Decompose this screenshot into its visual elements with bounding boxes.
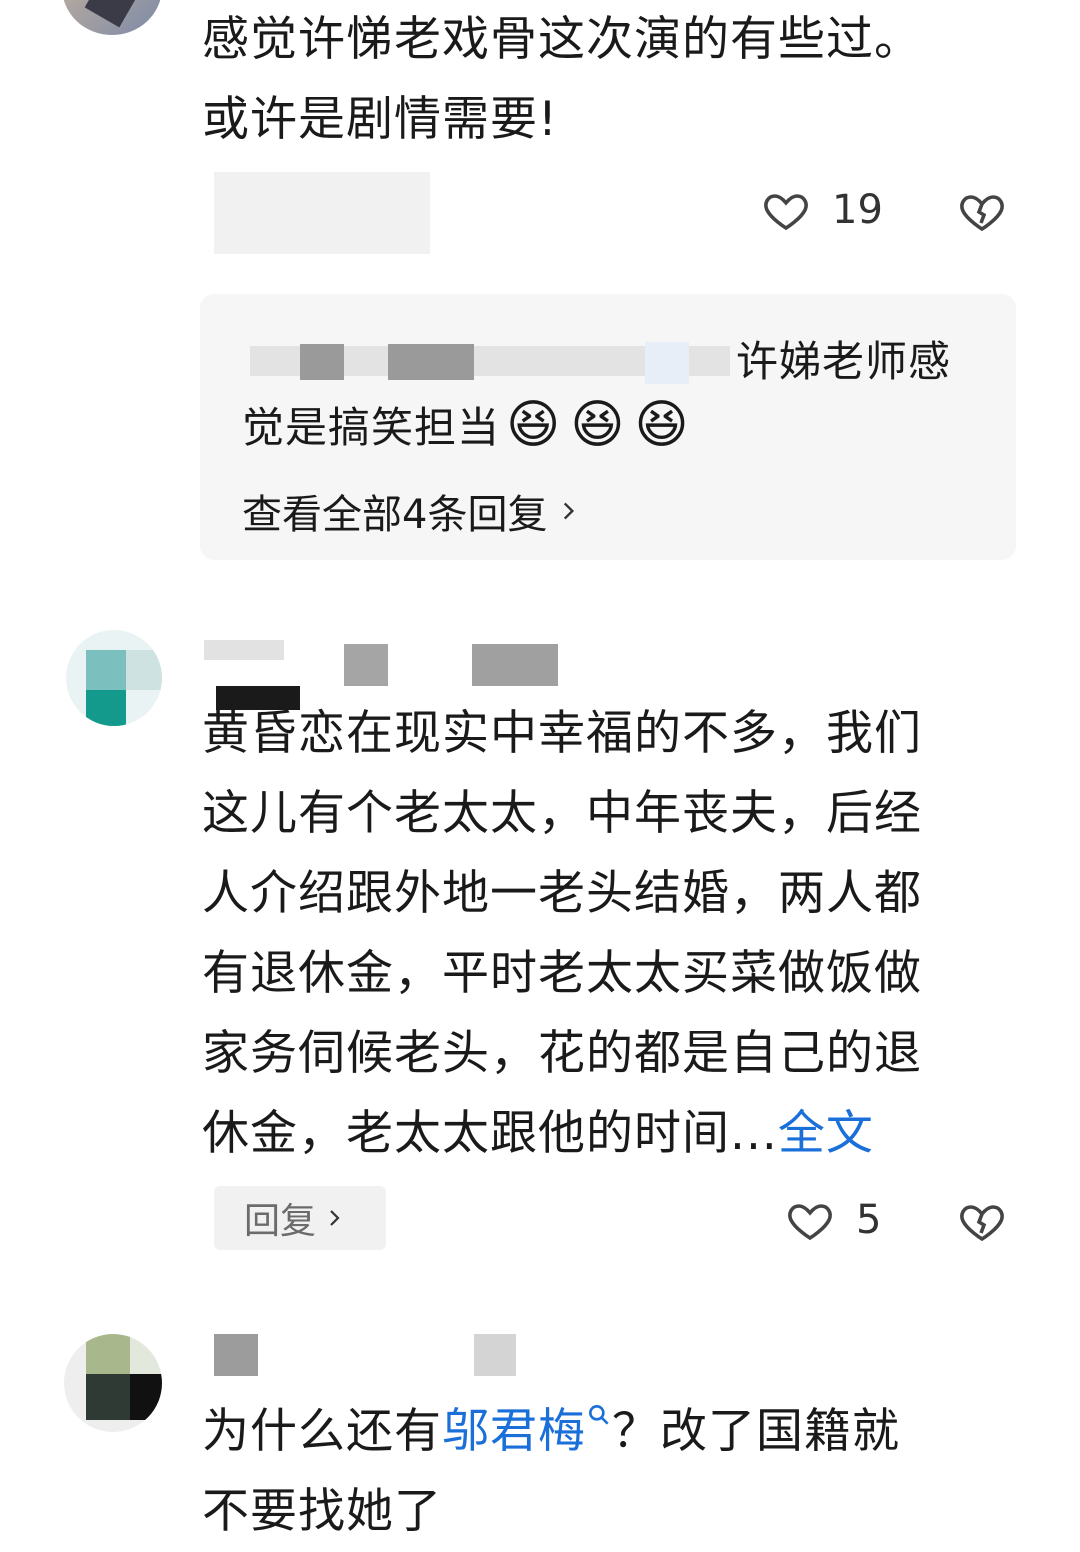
reply-text: 觉是搞笑担当 [242, 403, 501, 452]
mosaic-block [472, 644, 558, 686]
person-link[interactable]: 邬君梅 [442, 1404, 612, 1459]
like-count: 5 [856, 1197, 882, 1243]
comment-text-line: 或许是剧情需要! [202, 92, 558, 147]
comment-text: 为什么还有邬君梅 ？改了国籍就 不要找她了 [202, 1392, 1042, 1552]
view-all-replies[interactable]: 查看全部4条回复 [242, 482, 581, 540]
view-all-label: 查看全部4条回复 [242, 492, 548, 538]
mosaic-block [474, 1334, 516, 1376]
laughing-emoji: 😆😆😆 [506, 394, 699, 455]
broken-heart-icon[interactable] [958, 187, 1006, 235]
like-button[interactable]: 19 [762, 186, 883, 234]
comment-text-line: 感觉许悌老戏骨这次演的有些过。 [202, 12, 922, 67]
mosaic-block [388, 344, 474, 380]
mosaic-block [344, 644, 388, 686]
mosaic-block [214, 1334, 258, 1376]
mosaic-block [645, 342, 689, 384]
reply-text: 许娣老师感 [736, 337, 952, 386]
comment-text-line: 为什么还有 [202, 1404, 442, 1459]
heart-outline-icon [788, 1204, 832, 1241]
comment-text-line: 家务伺候老头，花的都是自己的退 [202, 1026, 922, 1081]
comment-text: 黄昏恋在现实中幸福的不多，我们 这儿有个老太太，中年丧夫，后经 人介绍跟外地一老… [202, 694, 1042, 1174]
avatar[interactable] [62, 0, 162, 35]
chevron-right-icon [330, 1210, 340, 1226]
reply-preview[interactable]: 许娣老师感 觉是搞笑担当 😆😆😆 查看全部4条回复 [200, 294, 1016, 560]
comment-text: 感觉许悌老戏骨这次演的有些过。 或许是剧情需要! [202, 0, 1042, 160]
person-name: 邬君梅 [442, 1404, 586, 1459]
comment-text-line: 休金，老太太跟他的时间... [202, 1106, 778, 1161]
comment-text-line: 人介绍跟外地一老头结婚，两人都 [202, 866, 922, 921]
like-button[interactable]: 5 [786, 1196, 881, 1244]
comment-text-line: ？改了国籍就 [612, 1404, 900, 1459]
comment-text-line: 这儿有个老太太，中年丧夫，后经 [202, 786, 922, 841]
avatar[interactable] [64, 1334, 162, 1432]
full-text-link[interactable]: 全文 [778, 1106, 874, 1161]
like-count: 19 [832, 187, 883, 233]
reply-button[interactable]: 回复 [214, 1186, 386, 1250]
mosaic-block [300, 344, 344, 380]
comment-text-line: 黄昏恋在现实中幸福的不多，我们 [202, 706, 922, 761]
heart-outline-icon [764, 194, 808, 231]
avatar[interactable] [66, 630, 162, 726]
blurred-meta [214, 172, 430, 254]
blurred-username [204, 640, 284, 660]
reply-label: 回复 [244, 1201, 317, 1242]
broken-heart-icon[interactable] [958, 1197, 1006, 1245]
search-small-icon [589, 1405, 609, 1425]
comment-text-line: 有退休金，平时老太太买菜做饭做 [202, 946, 922, 1001]
comment-text-line: 不要找她了 [202, 1484, 442, 1539]
chevron-right-icon [564, 502, 575, 520]
